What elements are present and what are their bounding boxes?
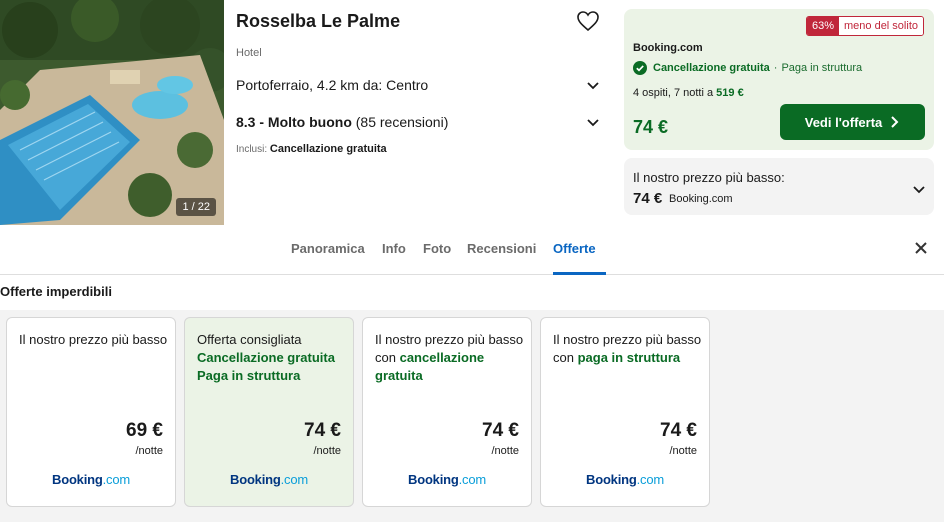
photo-counter: 1 / 22 xyxy=(176,198,216,216)
chevron-right-icon xyxy=(891,116,899,128)
rating-score: 8.3 - Molto buono xyxy=(236,114,352,130)
offer-card-lowest[interactable]: Il nostro prezzo più basso 69 € /notte B… xyxy=(6,317,176,507)
discount-text: meno del solito xyxy=(839,17,923,35)
chevron-down-icon xyxy=(913,186,925,194)
offer-card-price: 69 € xyxy=(126,420,163,441)
deal-price: 74 € xyxy=(633,117,669,137)
offer-card-unit: /notte xyxy=(669,445,697,457)
offer-card-pay-at-property[interactable]: Il nostro prezzo più basso con paga in s… xyxy=(540,317,710,507)
booking-logo: Booking.com xyxy=(7,472,175,487)
discount-badge: 63% meno del solito xyxy=(805,16,924,36)
location-text: Portoferraio, 4.2 km da: Centro xyxy=(236,77,429,93)
check-circle-icon xyxy=(633,61,647,75)
booking-logo-main: Booking xyxy=(586,472,637,487)
lowest-price-value: 74 € xyxy=(633,190,663,207)
offer-card-text: Offerta consigliata Cancellazione gratui… xyxy=(197,331,347,385)
booking-logo-suffix: .com xyxy=(102,472,131,487)
offers-title: Offerte imperdibili xyxy=(0,284,112,299)
booking-logo-suffix: .com xyxy=(458,472,487,487)
tab-info[interactable]: Info xyxy=(382,241,406,256)
deal-payment: Paga in struttura xyxy=(781,62,863,74)
hotel-name[interactable]: Rosselba Le Palme xyxy=(236,11,400,32)
lowest-price-provider: Booking.com xyxy=(669,193,733,205)
hotel-photo-image xyxy=(0,0,224,225)
offer-card-price: 74 € xyxy=(304,420,341,441)
tab-recensioni[interactable]: Recensioni xyxy=(467,241,536,256)
offer-card-text: Il nostro prezzo più basso con cancellaz… xyxy=(375,331,525,385)
chevron-down-icon xyxy=(587,119,599,127)
lowest-price-title: Il nostro prezzo più basso: xyxy=(633,170,785,185)
booking-logo: Booking.com xyxy=(363,472,531,487)
deal-total: 519 € xyxy=(716,87,744,99)
tab-offerte[interactable]: Offerte xyxy=(553,241,596,256)
deal-box: 63% meno del solito Booking.com Cancella… xyxy=(624,9,934,150)
tabs-bar: Panoramica Info Foto Recensioni Offerte xyxy=(0,225,944,275)
rating-reviews: (85 recensioni) xyxy=(355,114,449,130)
heart-icon[interactable] xyxy=(576,10,600,32)
offer-card-price: 74 € xyxy=(660,420,697,441)
offer-card-unit: /notte xyxy=(313,445,341,457)
deal-guests: 4 ospiti, 7 notti a 519 € xyxy=(633,87,744,99)
deal-guests-text: 4 ospiti, 7 notti a xyxy=(633,87,714,99)
offer-card-unit: /notte xyxy=(491,445,519,457)
booking-logo: Booking.com xyxy=(541,472,709,487)
offer-card-price: 74 € xyxy=(482,420,519,441)
discount-percent: 63% xyxy=(806,17,839,35)
booking-logo: Booking.com xyxy=(185,472,353,487)
hotel-photo[interactable]: 1 / 22 xyxy=(0,0,224,225)
included-value: Cancellazione gratuita xyxy=(269,143,387,155)
booking-logo-main: Booking xyxy=(230,472,281,487)
booking-logo-suffix: .com xyxy=(280,472,309,487)
view-offer-label: Vedi l'offerta xyxy=(804,114,883,130)
deal-conditions: Cancellazione gratuita · Paga in struttu… xyxy=(633,61,862,75)
location-row[interactable]: Portoferraio, 4.2 km da: Centro xyxy=(236,75,600,95)
offer-card-unit: /notte xyxy=(135,445,163,457)
booking-logo-suffix: .com xyxy=(636,472,665,487)
included-label: Inclusi: xyxy=(236,144,268,155)
offer-card-line1: Il nostro prezzo più basso xyxy=(19,332,168,347)
active-tab-indicator xyxy=(553,272,606,275)
tab-panoramica[interactable]: Panoramica xyxy=(291,241,365,256)
deal-provider: Booking.com xyxy=(633,42,703,54)
rating-text: 8.3 - Molto buono (85 recensioni) xyxy=(236,114,448,130)
lowest-price-box[interactable]: Il nostro prezzo più basso: 74 € Booking… xyxy=(624,158,934,215)
offer-card-text: Il nostro prezzo più basso xyxy=(19,331,169,349)
rating-row[interactable]: 8.3 - Molto buono (85 recensioni) xyxy=(236,112,600,132)
offer-card-green2: Paga in struttura xyxy=(197,368,301,383)
booking-logo-main: Booking xyxy=(408,472,459,487)
view-offer-button[interactable]: Vedi l'offerta xyxy=(780,104,925,140)
offer-card-green1: Cancellazione gratuita xyxy=(197,350,335,365)
offer-card-text: Il nostro prezzo più basso con paga in s… xyxy=(553,331,703,367)
deal-separator: · xyxy=(773,62,778,74)
offer-card-recommended[interactable]: Offerta consigliata Cancellazione gratui… xyxy=(184,317,354,507)
close-icon[interactable] xyxy=(914,241,928,255)
booking-logo-main: Booking xyxy=(52,472,103,487)
chevron-down-icon xyxy=(587,82,599,90)
deal-cancellation: Cancellazione gratuita xyxy=(653,62,770,74)
offer-card-free-cancellation[interactable]: Il nostro prezzo più basso con cancellaz… xyxy=(362,317,532,507)
included-info: Inclusi: Cancellazione gratuita xyxy=(236,143,387,155)
offer-card-line1: Offerta consigliata xyxy=(197,332,302,347)
tab-foto[interactable]: Foto xyxy=(423,241,451,256)
hotel-type: Hotel xyxy=(236,47,262,59)
offer-card-green1: paga in struttura xyxy=(577,350,681,365)
